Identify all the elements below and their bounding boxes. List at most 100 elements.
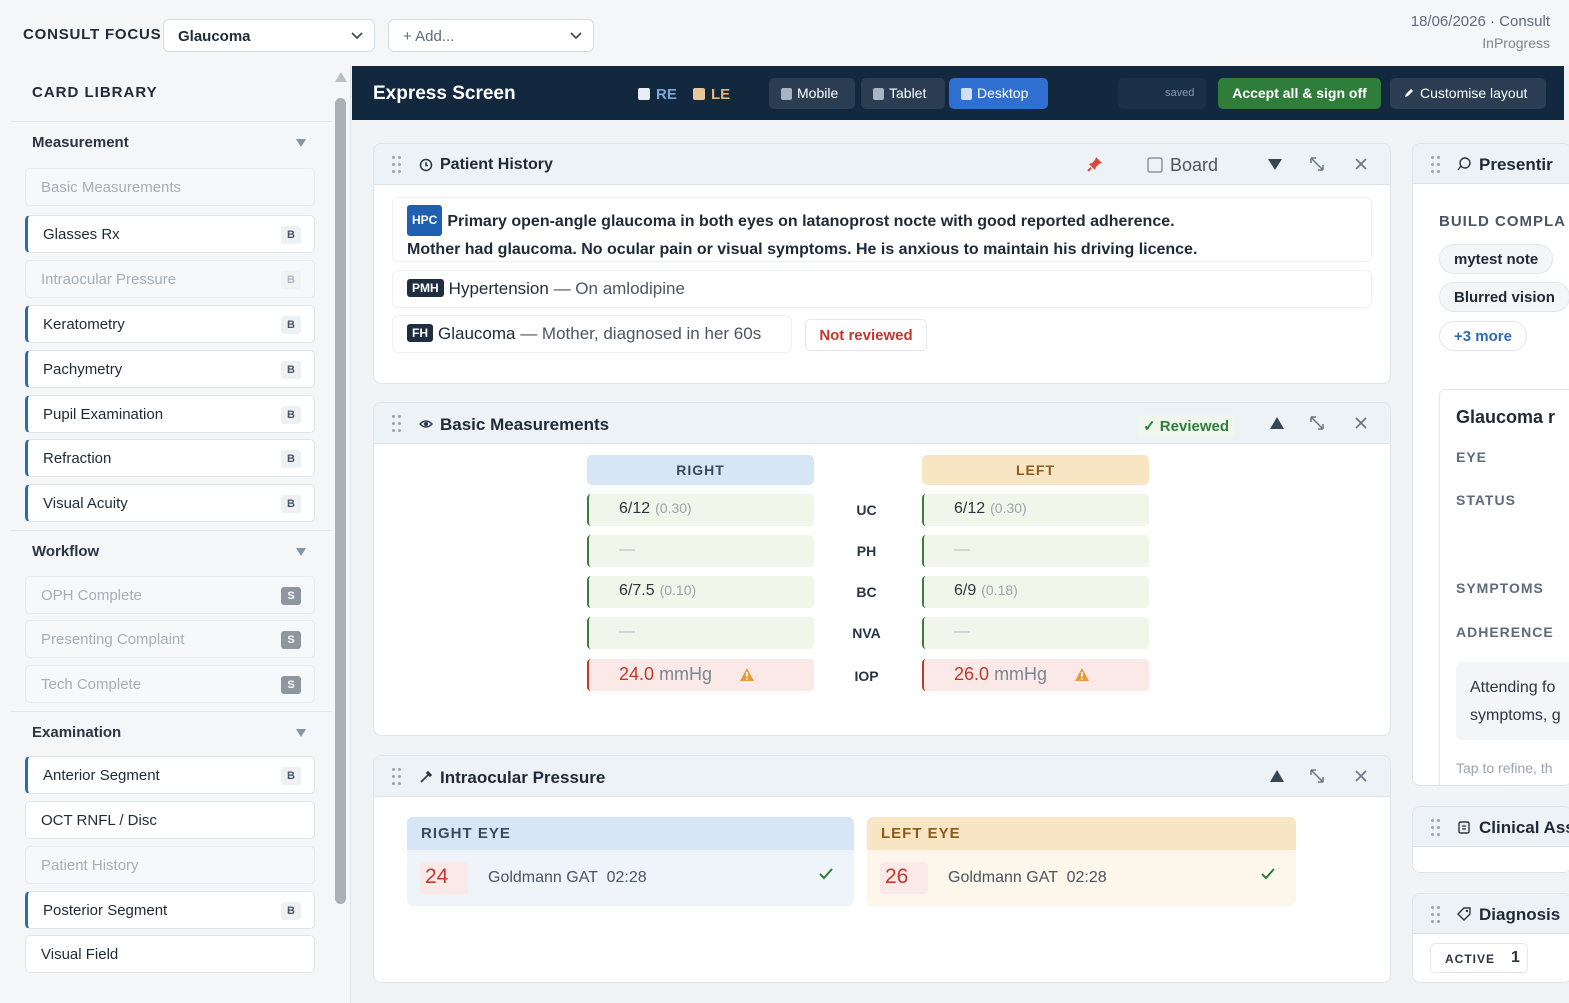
scroll-up-icon[interactable]	[335, 72, 347, 82]
card-label: Visual Acuity	[43, 495, 128, 512]
close-icon[interactable]	[1352, 155, 1370, 173]
value: —	[954, 541, 970, 558]
complaint-note[interactable]: Attending fo symptoms, g	[1456, 662, 1569, 740]
group-workflow[interactable]: Workflow	[11, 530, 332, 572]
card-label: Pupil Examination	[43, 406, 164, 423]
library-card-oph-complete[interactable]: OPH Complete S	[25, 576, 315, 614]
library-card-oct-rnfl-disc[interactable]: OCT RNFL / Disc	[25, 801, 315, 839]
device-tablet-button[interactable]: Tablet	[861, 78, 945, 109]
drag-handle-icon[interactable]	[392, 415, 402, 432]
customise-layout-button[interactable]: Customise layout	[1390, 78, 1546, 109]
scrollbar-thumb[interactable]	[335, 98, 346, 904]
toggle-right-eye[interactable]: RE	[638, 86, 677, 103]
adherence-label: ADHERENCE	[1456, 624, 1554, 640]
expand-icon[interactable]	[1308, 155, 1326, 173]
library-card-posterior-segment[interactable]: Posterior Segment B	[25, 891, 315, 929]
board-checkbox-icon[interactable]	[1146, 156, 1164, 174]
drag-handle-icon[interactable]	[392, 156, 402, 173]
active-diagnoses-filter[interactable]: ACTIVE 1	[1430, 943, 1528, 973]
collapse-up-triangle-icon[interactable]	[1268, 414, 1286, 432]
card-title: Patient History	[440, 156, 553, 173]
iop-right-method: Goldmann GAT 02:28	[488, 869, 647, 886]
library-card-patient-history[interactable]: Patient History	[25, 846, 315, 884]
collapse-up-triangle-icon[interactable]	[1268, 767, 1286, 785]
consult-focus-select[interactable]: Glaucoma	[163, 19, 375, 52]
close-icon[interactable]	[1352, 767, 1370, 785]
accept-all-sign-off-button[interactable]: Accept all & sign off	[1218, 78, 1381, 109]
decimal-value: (0.18)	[981, 582, 1018, 598]
value: 6/7.5	[619, 582, 655, 599]
reviewed-badge[interactable]: ✓ Reviewed	[1137, 415, 1235, 437]
right-bc-cell[interactable]: 6/7.5 (0.10)	[587, 576, 814, 608]
add-focus-select[interactable]: + Add...	[388, 19, 594, 52]
right-iop-cell[interactable]: 24.0 mmHg	[587, 659, 814, 691]
more-chips-button[interactable]: +3 more	[1439, 321, 1527, 351]
drag-handle-icon[interactable]	[1431, 906, 1441, 923]
collapse-triangle-icon[interactable]	[296, 729, 306, 737]
left-nva-cell[interactable]: —	[922, 617, 1149, 649]
sidebar-scrollbar[interactable]	[334, 72, 348, 1003]
expand-icon[interactable]	[1308, 414, 1326, 432]
not-reviewed-badge[interactable]: Not reviewed	[805, 319, 927, 351]
checkbox-icon[interactable]	[638, 88, 650, 100]
device-mobile-button[interactable]: Mobile	[769, 78, 855, 109]
complaint-chip[interactable]: Blurred vision	[1439, 282, 1569, 312]
iop-left-reading[interactable]: 26 Goldmann GAT 02:28	[867, 850, 1296, 906]
card-label: Tech Complete	[41, 676, 142, 693]
drag-handle-icon[interactable]	[392, 768, 402, 785]
glaucoma-panel-title: Glaucoma r	[1456, 407, 1556, 427]
group-examination[interactable]: Examination	[11, 711, 332, 753]
card-badge: B	[281, 495, 301, 513]
toggle-label: RE	[656, 86, 677, 103]
right-uc-cell[interactable]: 6/12 (0.30)	[587, 494, 814, 526]
group-measurement[interactable]: Measurement	[11, 121, 332, 163]
value: 6/9	[954, 582, 977, 599]
fh-entry[interactable]: FH Glaucoma — Mother, diagnosed in her 60…	[392, 315, 792, 353]
tag-icon	[1457, 907, 1471, 921]
library-card-visual-field[interactable]: Visual Field	[25, 935, 315, 973]
speech-bubble-icon	[1457, 157, 1471, 171]
collapse-down-triangle-icon[interactable]	[1266, 155, 1284, 173]
expand-icon[interactable]	[1308, 767, 1326, 785]
toggle-left-eye[interactable]: LE	[693, 86, 730, 103]
library-card-tech-complete[interactable]: Tech Complete S	[25, 665, 315, 703]
library-card-basic-measurements[interactable]: Basic Measurements	[25, 168, 315, 206]
library-card-intraocular-pressure[interactable]: Intraocular Pressure B	[25, 260, 315, 298]
library-card-glasses-rx[interactable]: Glasses Rx B	[25, 215, 315, 253]
library-card-refraction[interactable]: Refraction B	[25, 439, 315, 477]
library-card-anterior-segment[interactable]: Anterior Segment B	[25, 756, 315, 794]
library-card-presenting-complaint[interactable]: Presenting Complaint S	[25, 620, 315, 658]
card-header: Diagnosis	[1413, 894, 1569, 934]
fh-condition: Glaucoma	[438, 324, 516, 343]
drag-handle-icon[interactable]	[1431, 156, 1441, 173]
drag-handle-icon[interactable]	[1431, 819, 1441, 836]
device-desktop-button[interactable]: Desktop	[949, 78, 1048, 109]
library-card-pupil-examination[interactable]: Pupil Examination B	[25, 395, 315, 433]
left-ph-cell[interactable]: —	[922, 535, 1149, 567]
mobile-icon	[781, 88, 792, 100]
collapse-triangle-icon[interactable]	[296, 139, 306, 147]
collapse-triangle-icon[interactable]	[296, 548, 306, 556]
card-label: OPH Complete	[41, 587, 142, 604]
left-iop-cell[interactable]: 26.0 mmHg	[922, 659, 1149, 691]
close-icon[interactable]	[1352, 414, 1370, 432]
checkbox-icon[interactable]	[693, 88, 705, 100]
right-nva-cell[interactable]: —	[587, 617, 814, 649]
iop-right-reading[interactable]: 24 Goldmann GAT 02:28	[407, 850, 854, 906]
library-card-keratometry[interactable]: Keratometry B	[25, 305, 315, 343]
complaint-chip[interactable]: mytest note	[1439, 244, 1554, 274]
library-card-visual-acuity[interactable]: Visual Acuity B	[25, 484, 315, 522]
pin-icon[interactable]	[1086, 155, 1104, 173]
card-label: Anterior Segment	[43, 767, 160, 784]
left-bc-cell[interactable]: 6/9 (0.18)	[922, 576, 1149, 608]
value: —	[619, 541, 635, 558]
express-screen-header: Express Screen RE LE Mobile Tablet Deskt…	[352, 66, 1564, 120]
left-uc-cell[interactable]: 6/12 (0.30)	[922, 494, 1149, 526]
library-card-pachymetry[interactable]: Pachymetry B	[25, 350, 315, 388]
right-ph-cell[interactable]: —	[587, 535, 814, 567]
value: —	[619, 623, 635, 640]
pmh-entry[interactable]: PMH Hypertension — On amlodipine	[392, 270, 1372, 308]
clipboard-icon	[1458, 821, 1470, 834]
diagnosis-card: Diagnosis ACTIVE 1	[1412, 893, 1569, 983]
hpc-entry[interactable]: HPC Primary open-angle glaucoma in both e…	[392, 197, 1372, 262]
